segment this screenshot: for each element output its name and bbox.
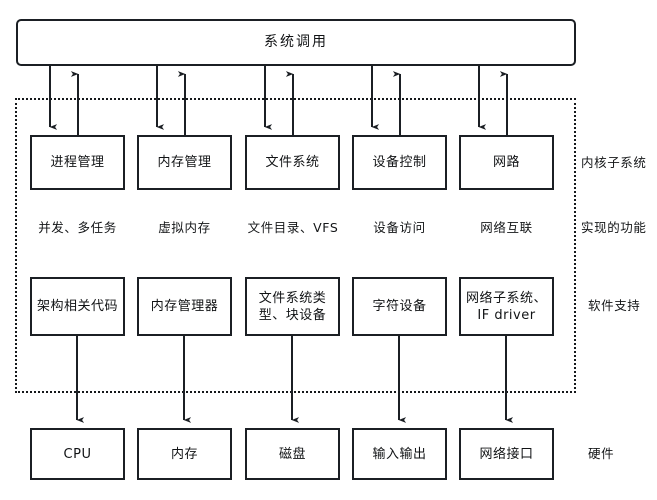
function-label-filesystem: 文件目录、VFS [238,220,348,236]
software-box-filesystem-types[interactable]: 文件系统类型、块设备 [245,277,340,336]
row-label-text: 实现的功能 [581,220,647,235]
function-label-text: 并发、多任务 [38,220,117,235]
system-call-box[interactable]: 系统调用 [16,19,576,66]
function-label-network: 网络互联 [459,220,554,236]
row-label-functions: 实现的功能 [581,220,647,236]
hardware-box-network-interface[interactable]: 网络接口 [459,428,554,480]
software-box-char-device[interactable]: 字符设备 [352,277,447,336]
kernel-box-label: 网路 [492,155,520,170]
row-label-hardware: 硬件 [588,446,614,462]
kernel-box-device-control[interactable]: 设备控制 [352,135,447,190]
row-label-text: 内核子系统 [581,155,647,170]
function-label-memory: 虚拟内存 [137,220,232,236]
kernel-box-label: 设备控制 [372,155,427,170]
software-box-memory-manager[interactable]: 内存管理器 [137,277,232,336]
kernel-box-memory-management[interactable]: 内存管理 [137,135,232,190]
row-label-text: 软件支持 [588,298,641,313]
function-label-text: 设备访问 [373,220,426,235]
kernel-box-file-system[interactable]: 文件系统 [245,135,340,190]
function-label-process: 并发、多任务 [30,220,125,236]
row-label-software-support: 软件支持 [588,298,640,314]
software-box-network-subsystem[interactable]: 网络子系统、IF driver [459,277,554,336]
software-box-label: 字符设备 [372,299,427,314]
hardware-box-memory[interactable]: 内存 [137,428,232,480]
hardware-box-label: 输入输出 [372,446,427,462]
kernel-box-label: 文件系统 [265,155,320,170]
kernel-box-label: 进程管理 [50,155,105,170]
kernel-box-label: 内存管理 [157,155,212,170]
function-label-text: 虚拟内存 [158,220,211,235]
software-box-label: 架构相关代码 [36,299,118,314]
software-box-arch-code[interactable]: 架构相关代码 [30,277,125,336]
hardware-box-io[interactable]: 输入输出 [352,428,447,480]
diagram-canvas: 系统调用 进程管理 内存管理 文件系统 设备控制 网路 并发、多任务 虚拟内存 … [0,0,657,500]
system-call-label: 系统调用 [264,34,328,50]
hardware-box-cpu[interactable]: CPU [30,428,125,480]
function-label-text: 文件目录、VFS [247,220,339,235]
kernel-box-network[interactable]: 网路 [459,135,554,190]
connector-layer [49,66,514,423]
software-box-label: 文件系统类型、块设备 [258,290,327,323]
software-box-label: 内存管理器 [150,299,219,314]
function-label-device: 设备访问 [352,220,447,236]
hardware-box-label: 网络接口 [479,446,534,462]
function-label-text: 网络互联 [480,220,533,235]
hardware-box-disk[interactable]: 磁盘 [245,428,340,480]
hardware-box-label: CPU [63,446,92,462]
kernel-box-process-management[interactable]: 进程管理 [30,135,125,190]
hardware-box-label: 内存 [170,446,198,462]
software-box-label: 网络子系统、IF driver [465,290,547,323]
row-label-kernel-subsystem: 内核子系统 [581,155,647,171]
row-label-text: 硬件 [588,446,615,461]
hardware-box-label: 磁盘 [278,446,306,462]
